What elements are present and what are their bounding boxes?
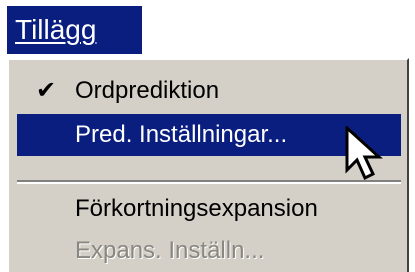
menu-item-label: Pred. Inställningar... xyxy=(75,121,288,148)
menu-item-forkortningsexpansion[interactable]: Förkortningsexpansion xyxy=(17,188,401,230)
checkmark-icon: ✔ xyxy=(35,77,57,104)
menu-item-pred-installningar[interactable]: Pred. Inställningar... xyxy=(17,114,401,156)
menu-item-label: Ordprediktion xyxy=(75,77,220,104)
menu-tillagg-label: Tillägg xyxy=(15,14,97,45)
menu-item-expans-installn: Expans. Inställn... xyxy=(17,230,401,272)
menu-item-label: Förkortningsexpansion xyxy=(75,195,318,222)
menu-tillagg[interactable]: Tillägg xyxy=(7,6,142,54)
menu-separator xyxy=(17,180,401,184)
menu-item-label: Expans. Inställn... xyxy=(75,237,265,264)
arrow-pointer-icon xyxy=(345,126,383,181)
menu-item-ordprediktion[interactable]: ✔ Ordprediktion xyxy=(17,70,401,112)
